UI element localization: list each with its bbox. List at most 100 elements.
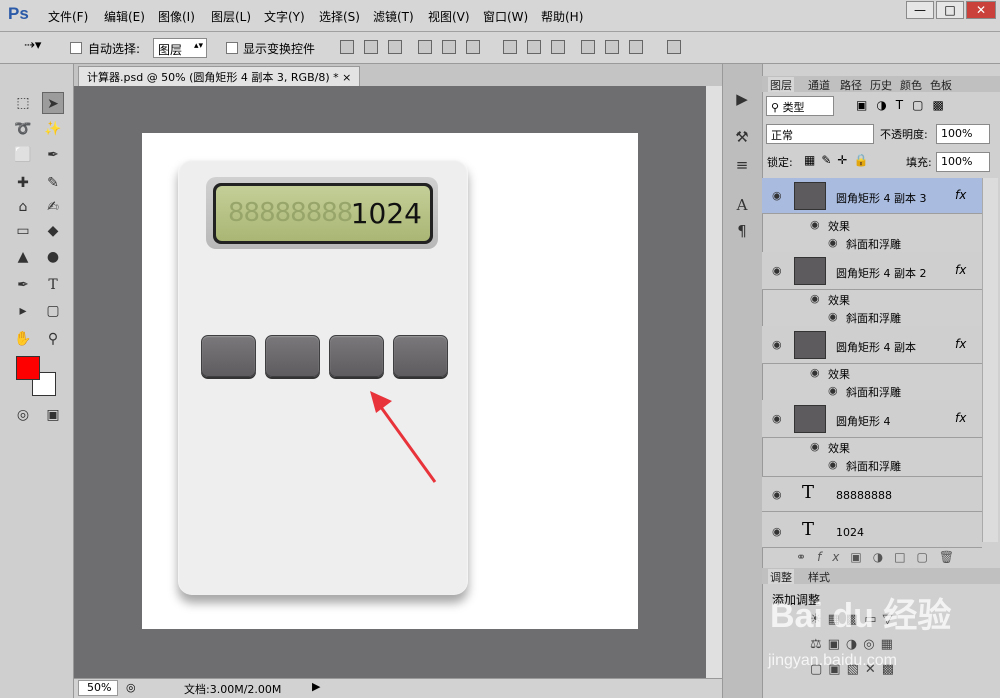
align-bottom-icon[interactable]: [388, 40, 402, 54]
maximize-button[interactable]: □: [936, 1, 964, 19]
shape-tool-icon[interactable]: ▢: [42, 300, 64, 322]
brush-presets-icon[interactable]: ≡: [732, 156, 752, 176]
auto-select-dropdown[interactable]: 图层 ▴▾: [153, 38, 207, 58]
magic-wand-icon[interactable]: ✨: [42, 118, 64, 140]
distribute-right-icon[interactable]: [629, 40, 643, 54]
pen-tool-icon[interactable]: ✒: [12, 274, 34, 296]
bevel-eye-icon[interactable]: ◉: [828, 384, 838, 397]
menu-help[interactable]: 帮助(H): [541, 8, 583, 25]
menu-edit[interactable]: 编辑(E): [104, 8, 145, 25]
bevel-eye-icon[interactable]: ◉: [828, 458, 838, 471]
tab-channels[interactable]: 通道: [806, 77, 832, 92]
visibility-eye-icon[interactable]: ◉: [772, 525, 782, 538]
align-vcenter-icon[interactable]: [364, 40, 378, 54]
tab-history[interactable]: 历史: [868, 77, 894, 92]
tab-color[interactable]: 颜色: [898, 77, 924, 92]
footer-fx-icon[interactable]: fx: [817, 550, 850, 564]
history-brush-icon[interactable]: ✍: [42, 196, 64, 218]
show-transform-checkbox[interactable]: [226, 42, 238, 54]
visibility-eye-icon[interactable]: ◉: [772, 338, 782, 351]
distribute-hcenter-icon[interactable]: [605, 40, 619, 54]
effects-eye-icon[interactable]: ◉: [810, 440, 820, 453]
marquee-tool-icon[interactable]: ⬚: [12, 92, 34, 114]
paint-bucket-icon[interactable]: ◆: [42, 220, 64, 242]
menu-image[interactable]: 图像(I): [158, 8, 195, 25]
blend-mode-dropdown[interactable]: 正常: [766, 124, 874, 144]
distribute-bottom-icon[interactable]: [551, 40, 565, 54]
tab-adjustments[interactable]: 调整: [768, 569, 794, 584]
zoom-tool-icon[interactable]: ⚲: [42, 328, 64, 350]
fx-icon[interactable]: fx: [955, 263, 966, 277]
close-tab-icon[interactable]: ×: [342, 71, 351, 84]
dodge-tool-icon[interactable]: ●: [42, 246, 64, 268]
document-tab[interactable]: 计算器.psd @ 50% (圆角矩形 4 副本 3, RGB/8) * ×: [78, 66, 361, 86]
stamp-tool-icon[interactable]: ⌂: [12, 196, 34, 218]
menu-window[interactable]: 窗口(W): [483, 8, 528, 25]
minimize-button[interactable]: —: [906, 1, 934, 19]
menu-layer[interactable]: 图层(L): [211, 8, 251, 25]
hand-tool-icon[interactable]: ✋: [12, 328, 34, 350]
eyedropper-icon[interactable]: ✒: [42, 144, 64, 166]
distribute-vcenter-icon[interactable]: [527, 40, 541, 54]
kind-filter-dropdown[interactable]: ⚲ 类型: [766, 96, 834, 116]
fx-icon[interactable]: fx: [955, 337, 966, 351]
zoom-level[interactable]: 50%: [78, 680, 118, 696]
menu-type[interactable]: 文字(Y): [264, 8, 305, 25]
tool-presets-icon[interactable]: ⚒: [732, 128, 752, 148]
visibility-eye-icon[interactable]: ◉: [772, 189, 782, 202]
path-select-icon[interactable]: ▸: [12, 300, 34, 322]
screen-mode-icon[interactable]: ▣: [42, 404, 64, 426]
effects-eye-icon[interactable]: ◉: [810, 218, 820, 231]
fx-icon[interactable]: fx: [955, 411, 966, 425]
auto-select-checkbox[interactable]: [70, 42, 82, 54]
bevel-eye-icon[interactable]: ◉: [828, 310, 838, 323]
brush-tool-icon[interactable]: ✎: [42, 172, 64, 194]
effects-eye-icon[interactable]: ◉: [810, 292, 820, 305]
align-right-icon[interactable]: [466, 40, 480, 54]
status-info-icon[interactable]: ◎: [126, 681, 136, 694]
auto-align-icon[interactable]: [667, 40, 681, 54]
lasso-tool-icon[interactable]: ➰: [12, 118, 34, 140]
visibility-eye-icon[interactable]: ◉: [772, 488, 782, 501]
menu-view[interactable]: 视图(V): [428, 8, 470, 25]
layers-scrollbar[interactable]: [982, 178, 998, 542]
visibility-eye-icon[interactable]: ◉: [772, 412, 782, 425]
status-menu-arrow-icon[interactable]: ▶: [312, 680, 320, 693]
align-hcenter-icon[interactable]: [442, 40, 456, 54]
lock-icons[interactable]: ▦✎✛🔒: [804, 153, 874, 167]
tab-swatches[interactable]: 色板: [928, 77, 954, 92]
play-action-icon[interactable]: ▶: [732, 90, 752, 110]
document-vertical-scrollbar[interactable]: [706, 86, 722, 678]
character-panel-icon[interactable]: A: [732, 196, 752, 216]
menu-select[interactable]: 选择(S): [319, 8, 360, 25]
effects-eye-icon[interactable]: ◉: [810, 366, 820, 379]
layer-filter-icons[interactable]: ▣◑T▢▩: [856, 98, 953, 112]
eraser-tool-icon[interactable]: ▭: [12, 220, 34, 242]
visibility-eye-icon[interactable]: ◉: [772, 264, 782, 277]
menu-filter[interactable]: 滤镜(T): [373, 8, 414, 25]
blur-tool-icon[interactable]: ▲: [12, 246, 34, 268]
distribute-top-icon[interactable]: [503, 40, 517, 54]
menu-file[interactable]: 文件(F): [48, 8, 88, 25]
layer-row[interactable]: [762, 512, 982, 548]
distribute-left-icon[interactable]: [581, 40, 595, 54]
quick-mask-icon[interactable]: ◎: [12, 404, 34, 426]
type-tool-icon[interactable]: T: [42, 274, 64, 296]
move-tool-active-icon[interactable]: ➤: [42, 92, 64, 114]
close-window-button[interactable]: ✕: [966, 1, 996, 19]
layers-footer-icons[interactable]: ⚭fx▣◑□▢🗑: [796, 550, 965, 564]
tab-styles[interactable]: 样式: [806, 569, 832, 584]
align-left-icon[interactable]: [418, 40, 432, 54]
tab-paths[interactable]: 路径: [838, 77, 864, 92]
paragraph-panel-icon[interactable]: ¶: [732, 222, 752, 242]
opacity-input[interactable]: 100%: [936, 124, 990, 144]
adjustment-icons-row-2[interactable]: ⚖▣◑◎▦: [810, 637, 899, 652]
healing-brush-icon[interactable]: ✚: [12, 172, 34, 194]
fill-input[interactable]: 100%: [936, 152, 990, 172]
align-top-icon[interactable]: [340, 40, 354, 54]
fx-icon[interactable]: fx: [955, 188, 966, 202]
bevel-eye-icon[interactable]: ◉: [828, 236, 838, 249]
move-tool-icon[interactable]: ⇢▾: [24, 38, 41, 53]
tab-layers[interactable]: 图层: [768, 77, 794, 92]
crop-tool-icon[interactable]: ⬜: [12, 144, 34, 166]
